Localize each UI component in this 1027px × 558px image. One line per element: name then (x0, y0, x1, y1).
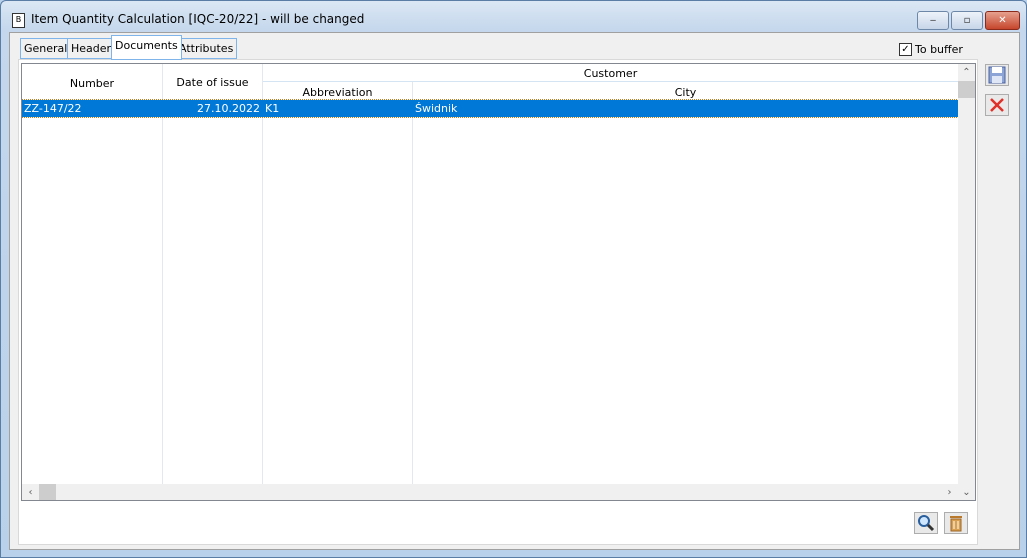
column-header-date-of-issue[interactable]: Date of issue (163, 76, 262, 89)
scroll-up-icon[interactable]: ⌃ (958, 64, 975, 81)
table-row[interactable]: ZZ-147/22 27.10.2022 K1 Świdnik (22, 99, 959, 118)
close-button[interactable]: ✕ (985, 11, 1020, 30)
cell-city: Świdnik (415, 102, 458, 115)
column-divider (262, 64, 263, 484)
magnifier-icon (918, 515, 935, 532)
column-divider (162, 64, 163, 484)
delete-button[interactable] (944, 512, 968, 534)
cell-number: ZZ-147/22 (24, 102, 82, 115)
maximize-button[interactable]: ▫ (951, 11, 983, 30)
to-buffer-label: To buffer (915, 43, 963, 56)
documents-table: Number Date of issue Customer Abbreviati… (21, 63, 976, 501)
horizontal-scroll-thumb[interactable] (39, 484, 56, 500)
cell-abbreviation: K1 (265, 102, 280, 115)
header-divider (263, 81, 958, 82)
vertical-scrollbar[interactable]: ⌃ ⌄ (958, 64, 975, 498)
maximize-icon: ▫ (963, 15, 971, 26)
minimize-icon: ‒ (929, 15, 937, 26)
scroll-right-icon[interactable]: › (941, 484, 958, 500)
close-icon: ✕ (998, 15, 1007, 26)
tab-general[interactable]: General (20, 38, 72, 59)
tab-attributes[interactable]: Attributes (175, 38, 238, 59)
column-group-customer: Customer (583, 67, 638, 80)
horizontal-scrollbar[interactable]: ‹ › (22, 484, 958, 500)
documents-panel: Number Date of issue Customer Abbreviati… (18, 59, 978, 545)
cell-date-of-issue: 27.10.2022 (197, 102, 260, 115)
tab-documents[interactable]: Documents (111, 35, 182, 60)
save-button[interactable] (985, 64, 1009, 86)
vertical-scroll-thumb[interactable] (958, 81, 975, 98)
checkbox-check-icon: ✓ (899, 43, 912, 56)
to-buffer-checkbox[interactable]: ✓ To buffer (899, 43, 963, 56)
app-icon: B (12, 13, 25, 28)
column-header-number[interactable]: Number (22, 77, 162, 90)
column-header-abbreviation[interactable]: Abbreviation (263, 86, 412, 99)
scroll-down-icon[interactable]: ⌄ (958, 484, 975, 500)
title-bar[interactable]: B Item Quantity Calculation [IQC-20/22] … (1, 1, 1026, 35)
tab-header[interactable]: Header (67, 38, 116, 59)
scroll-left-icon[interactable]: ‹ (22, 484, 39, 500)
save-icon (988, 66, 1006, 84)
window-title: Item Quantity Calculation [IQC-20/22] - … (31, 12, 365, 26)
preview-button[interactable] (914, 512, 938, 534)
column-divider (412, 82, 413, 500)
cancel-button[interactable] (985, 94, 1009, 116)
window: B Item Quantity Calculation [IQC-20/22] … (0, 0, 1027, 558)
client-area: General Header Documents Attributes ✓ To… (9, 32, 1020, 550)
minimize-button[interactable]: ‒ (917, 11, 949, 30)
trash-icon (950, 516, 962, 532)
column-header-city[interactable]: City (413, 86, 958, 99)
close-x-icon (990, 98, 1004, 112)
